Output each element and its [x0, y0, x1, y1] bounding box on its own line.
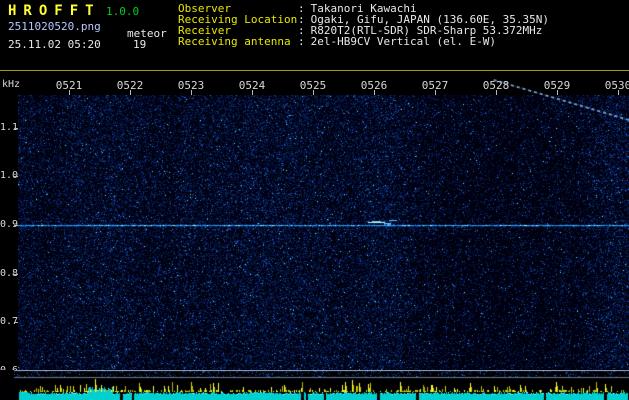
- freq-tick-label: 0.7: [0, 316, 13, 327]
- freq-tick-label: 1.0: [0, 170, 13, 181]
- hrofft-window: HROFFT 1.0.0 2511020520.png meteor 25.11…: [0, 0, 629, 400]
- freq-tick-label: 1.1: [0, 122, 13, 133]
- signal-strip-canvas: [0, 370, 629, 400]
- spectrogram-canvas: [18, 95, 629, 371]
- freq-tick-label: 0.9: [0, 219, 13, 230]
- freq-tick-label: 0.8: [0, 268, 13, 279]
